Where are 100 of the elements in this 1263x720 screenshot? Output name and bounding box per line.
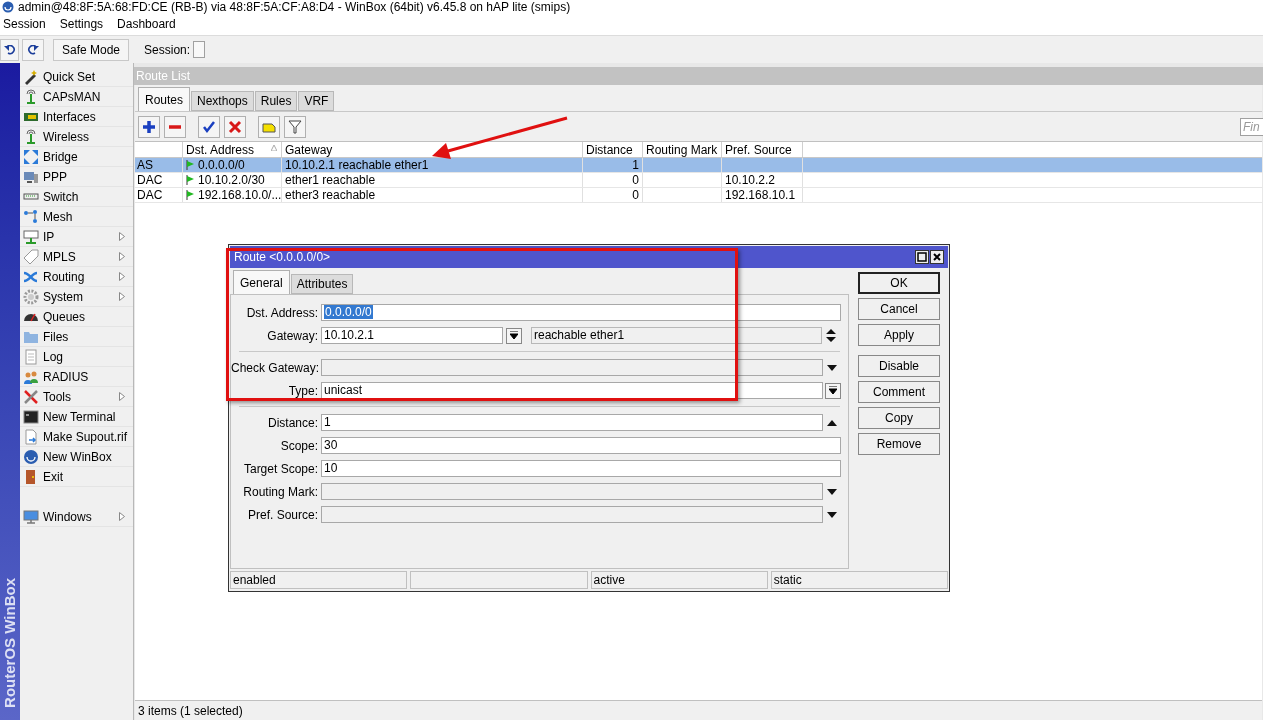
input-field[interactable]: 10	[321, 460, 841, 477]
session-label: Session:	[144, 41, 191, 59]
gear-icon	[23, 288, 39, 305]
dialog-button[interactable]: Cancel	[858, 298, 940, 320]
table-cell: 0.0.0.0/0	[183, 158, 282, 172]
sidebar-label: Bridge	[43, 148, 78, 166]
sidebar-item[interactable]: Tools	[20, 387, 133, 407]
sidebar-label: Files	[43, 328, 69, 346]
redo-button[interactable]	[22, 38, 44, 61]
filter-button[interactable]	[284, 115, 306, 138]
session-field[interactable]	[193, 41, 206, 58]
menu-item[interactable]: Dashboard	[117, 15, 176, 33]
sidebar-item[interactable]: Quick Set	[20, 67, 133, 87]
sidebar-item[interactable]: Routing	[20, 267, 133, 287]
sidebar-item[interactable]: Mesh	[20, 207, 133, 227]
enable-button[interactable]	[198, 115, 220, 138]
table-cell: DAC	[135, 173, 183, 187]
table-row[interactable]: DAC 10.10.2.0/30 ether1 reachable 0 10.10.2.2	[135, 173, 1262, 188]
close-button[interactable]	[930, 250, 944, 264]
sidebar-item[interactable]: MPLS	[20, 247, 133, 267]
sidebar-item[interactable]: PPP	[20, 167, 133, 187]
dialog-button[interactable]: Comment	[858, 381, 940, 403]
table-row[interactable]: DAC 192.168.10.0/... ether3 reachable 0 192.168.10.1	[135, 188, 1262, 203]
safe-mode-button[interactable]: Safe Mode	[53, 38, 130, 61]
up-arrow-icon[interactable]	[827, 419, 837, 426]
globe-icon	[23, 448, 39, 465]
column-header[interactable]: Routing Mark	[643, 142, 722, 157]
submenu-arrow-icon	[119, 252, 125, 261]
cross-icon	[228, 119, 242, 134]
find-field[interactable]: Fin	[1240, 117, 1263, 136]
status-cell: static	[770, 571, 948, 589]
dropdown-arrow-icon[interactable]	[827, 488, 837, 495]
sidebar-item[interactable]: IP	[20, 227, 133, 247]
sort-icon	[271, 145, 277, 151]
sidebar-item[interactable]: Windows	[20, 507, 133, 527]
undo-button[interactable]	[0, 38, 19, 61]
dialog-button[interactable]: OK	[858, 272, 940, 294]
submenu-arrow-icon	[119, 292, 125, 301]
column-header[interactable]: Distance	[583, 142, 643, 157]
tab[interactable]: Attributes	[290, 274, 354, 294]
up-down-arrows-icon[interactable]	[826, 329, 836, 342]
input-field[interactable]: 0.0.0.0/0	[321, 304, 841, 321]
add-button[interactable]	[138, 115, 160, 138]
sidebar-item[interactable]: RADIUS	[20, 367, 133, 387]
sidebar-item[interactable]: Bridge	[20, 147, 133, 167]
sidebar-item[interactable]: Exit	[20, 467, 133, 487]
field-label: Dst. Address:	[245, 304, 319, 322]
status-cell: enabled	[230, 571, 408, 589]
sidebar-label: New WinBox	[43, 448, 112, 466]
toggle-button[interactable]	[506, 327, 522, 344]
tab[interactable]: Rules	[254, 91, 298, 111]
column-header[interactable]: Dst. Address	[183, 142, 282, 157]
down-arrow-icon	[829, 386, 837, 395]
down-arrow-icon	[510, 331, 518, 340]
dialog-button[interactable]: Apply	[858, 324, 940, 346]
banner-text: RouterOS WinBox	[0, 578, 19, 708]
tools-icon	[23, 388, 39, 405]
sidebar-label: MPLS	[43, 248, 76, 266]
sidebar-item[interactable]: New Terminal	[20, 407, 133, 427]
antenna-icon	[23, 128, 39, 145]
sidebar-item[interactable]: Queues	[20, 307, 133, 327]
sidebar-item[interactable]: Wireless	[20, 127, 133, 147]
maximize-button[interactable]	[915, 250, 929, 264]
sidebar-item[interactable]: Interfaces	[20, 107, 133, 127]
input-field[interactable]: 10.10.2.1	[321, 327, 503, 344]
check-icon	[202, 119, 216, 134]
disable-button[interactable]	[224, 115, 246, 138]
sidebar-label: Switch	[43, 188, 79, 206]
tab[interactable]: Nexthops	[191, 91, 254, 111]
table-cell: 10.10.2.2	[722, 173, 803, 187]
column-header[interactable]: Pref. Source	[722, 142, 803, 157]
tab[interactable]: General	[233, 270, 290, 294]
plus-icon	[142, 119, 156, 134]
dialog-button[interactable]: Copy	[858, 407, 940, 429]
dialog-button[interactable]: Remove	[858, 433, 940, 455]
table-row[interactable]: AS 0.0.0.0/0 10.10.2.1 reachable ether1 1	[135, 158, 1262, 173]
input-field[interactable]: 30	[321, 437, 841, 454]
comment-button[interactable]	[258, 115, 280, 138]
sidebar-item[interactable]: System	[20, 287, 133, 307]
remove-button[interactable]	[164, 115, 186, 138]
sidebar-item[interactable]: Make Supout.rif	[20, 427, 133, 447]
tab[interactable]: Routes	[138, 87, 191, 111]
sidebar-item[interactable]: Switch	[20, 187, 133, 207]
menu-item[interactable]: Settings	[59, 15, 104, 33]
dropdown-arrow-icon[interactable]	[827, 364, 837, 371]
toggle-button[interactable]	[825, 382, 841, 399]
dropdown-arrow-icon[interactable]	[827, 511, 837, 518]
input-field[interactable]: 1	[321, 414, 823, 431]
tab[interactable]: VRF	[298, 91, 335, 111]
dialog-button[interactable]: Disable	[858, 355, 940, 377]
field-label: Check Gateway:	[231, 359, 321, 377]
sidebar-item[interactable]: CAPsMAN	[20, 87, 133, 107]
sidebar-item[interactable]: New WinBox	[20, 447, 133, 467]
network-icon	[23, 228, 39, 245]
sidebar-item[interactable]: Files	[20, 327, 133, 347]
table-cell: AS	[135, 158, 183, 172]
sidebar-item[interactable]: Log	[20, 347, 133, 367]
menu-item[interactable]: Session	[3, 15, 46, 33]
table-cell: ether1 reachable	[282, 173, 583, 187]
undo-icon	[3, 44, 16, 55]
